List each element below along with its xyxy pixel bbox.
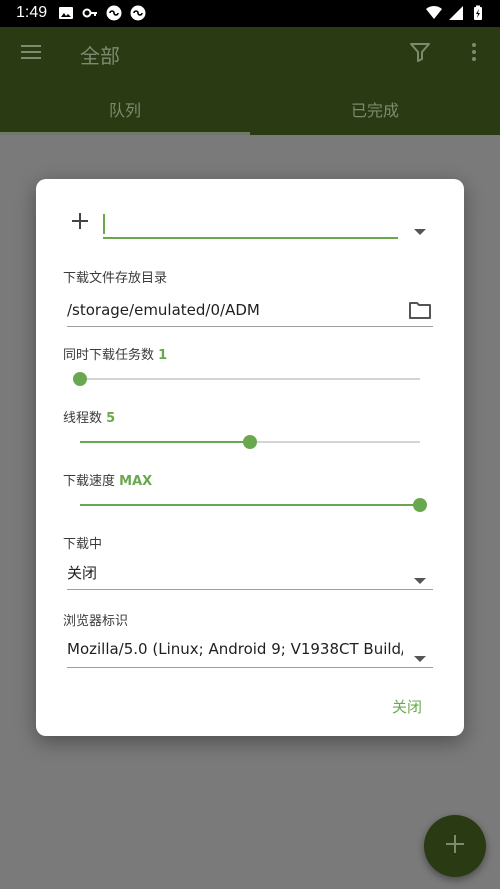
link-icon-2 bbox=[130, 5, 146, 21]
tab-completed[interactable]: 已完成 bbox=[250, 83, 500, 135]
tab-bar: 队列 已完成 bbox=[0, 83, 500, 135]
tab-queue[interactable]: 队列 bbox=[0, 83, 250, 135]
concurrent-tasks-label-text: 同时下载任务数 bbox=[63, 348, 155, 363]
battery-icon bbox=[470, 5, 486, 25]
more-options-icon[interactable] bbox=[462, 40, 486, 64]
folder-icon[interactable] bbox=[408, 299, 432, 321]
downloading-label: 下载中 bbox=[63, 537, 103, 552]
concurrent-tasks-value: 1 bbox=[158, 348, 168, 363]
wifi-icon bbox=[426, 5, 442, 25]
download-dir-label: 下载文件存放目录 bbox=[63, 271, 168, 286]
status-bar: 1:49 bbox=[0, 0, 500, 27]
slider-fill bbox=[80, 504, 420, 506]
url-input[interactable] bbox=[103, 211, 398, 239]
threads-label: 线程数 5 bbox=[63, 407, 115, 426]
status-time: 1:49 bbox=[16, 4, 48, 21]
url-history-dropdown-icon[interactable] bbox=[413, 221, 427, 235]
add-icon[interactable] bbox=[70, 211, 90, 231]
close-button[interactable]: 关闭 bbox=[392, 696, 422, 717]
downloading-select[interactable]: 关闭 bbox=[67, 560, 433, 590]
link-icon-1 bbox=[106, 5, 122, 21]
threads-label-text: 线程数 bbox=[63, 411, 103, 426]
speed-label: 下载速度 MAX bbox=[63, 470, 152, 489]
add-download-fab[interactable] bbox=[424, 815, 486, 877]
add-download-dialog: 下载文件存放目录 /storage/emulated/0/ADM 同时下载任务数… bbox=[36, 179, 464, 736]
signal-icon bbox=[448, 5, 464, 25]
text-cursor bbox=[103, 214, 105, 234]
user-agent-select[interactable]: Mozilla/5.0 (Linux; Android 9; V1938CT B… bbox=[67, 638, 433, 668]
page-title: 全部 bbox=[80, 46, 120, 68]
chevron-down-icon bbox=[413, 649, 427, 667]
speed-slider[interactable] bbox=[80, 497, 427, 513]
user-agent-label: 浏览器标识 bbox=[63, 614, 129, 629]
slider-thumb[interactable] bbox=[73, 372, 87, 386]
slider-thumb[interactable] bbox=[413, 498, 427, 512]
user-agent-select-value: Mozilla/5.0 (Linux; Android 9; V1938CT B… bbox=[67, 640, 403, 658]
download-dir-field[interactable]: /storage/emulated/0/ADM bbox=[67, 297, 433, 327]
vpn-key-icon bbox=[82, 6, 98, 20]
app-bar: 全部 队列 已完成 bbox=[0, 27, 500, 135]
concurrent-tasks-label: 同时下载任务数 1 bbox=[63, 344, 167, 363]
threads-slider[interactable] bbox=[80, 434, 420, 450]
threads-value: 5 bbox=[106, 411, 116, 426]
slider-thumb[interactable] bbox=[243, 435, 257, 449]
menu-icon[interactable] bbox=[19, 40, 43, 64]
slider-track bbox=[80, 378, 420, 380]
filter-icon[interactable] bbox=[408, 40, 432, 64]
downloading-select-value: 关闭 bbox=[67, 564, 98, 582]
download-dir-value: /storage/emulated/0/ADM bbox=[67, 301, 260, 319]
plus-icon bbox=[445, 834, 465, 858]
speed-label-text: 下载速度 bbox=[63, 474, 116, 489]
image-icon bbox=[58, 6, 74, 20]
speed-value: MAX bbox=[119, 474, 153, 489]
chevron-down-icon bbox=[413, 571, 427, 589]
slider-fill bbox=[80, 441, 250, 443]
concurrent-tasks-slider[interactable] bbox=[73, 371, 420, 387]
